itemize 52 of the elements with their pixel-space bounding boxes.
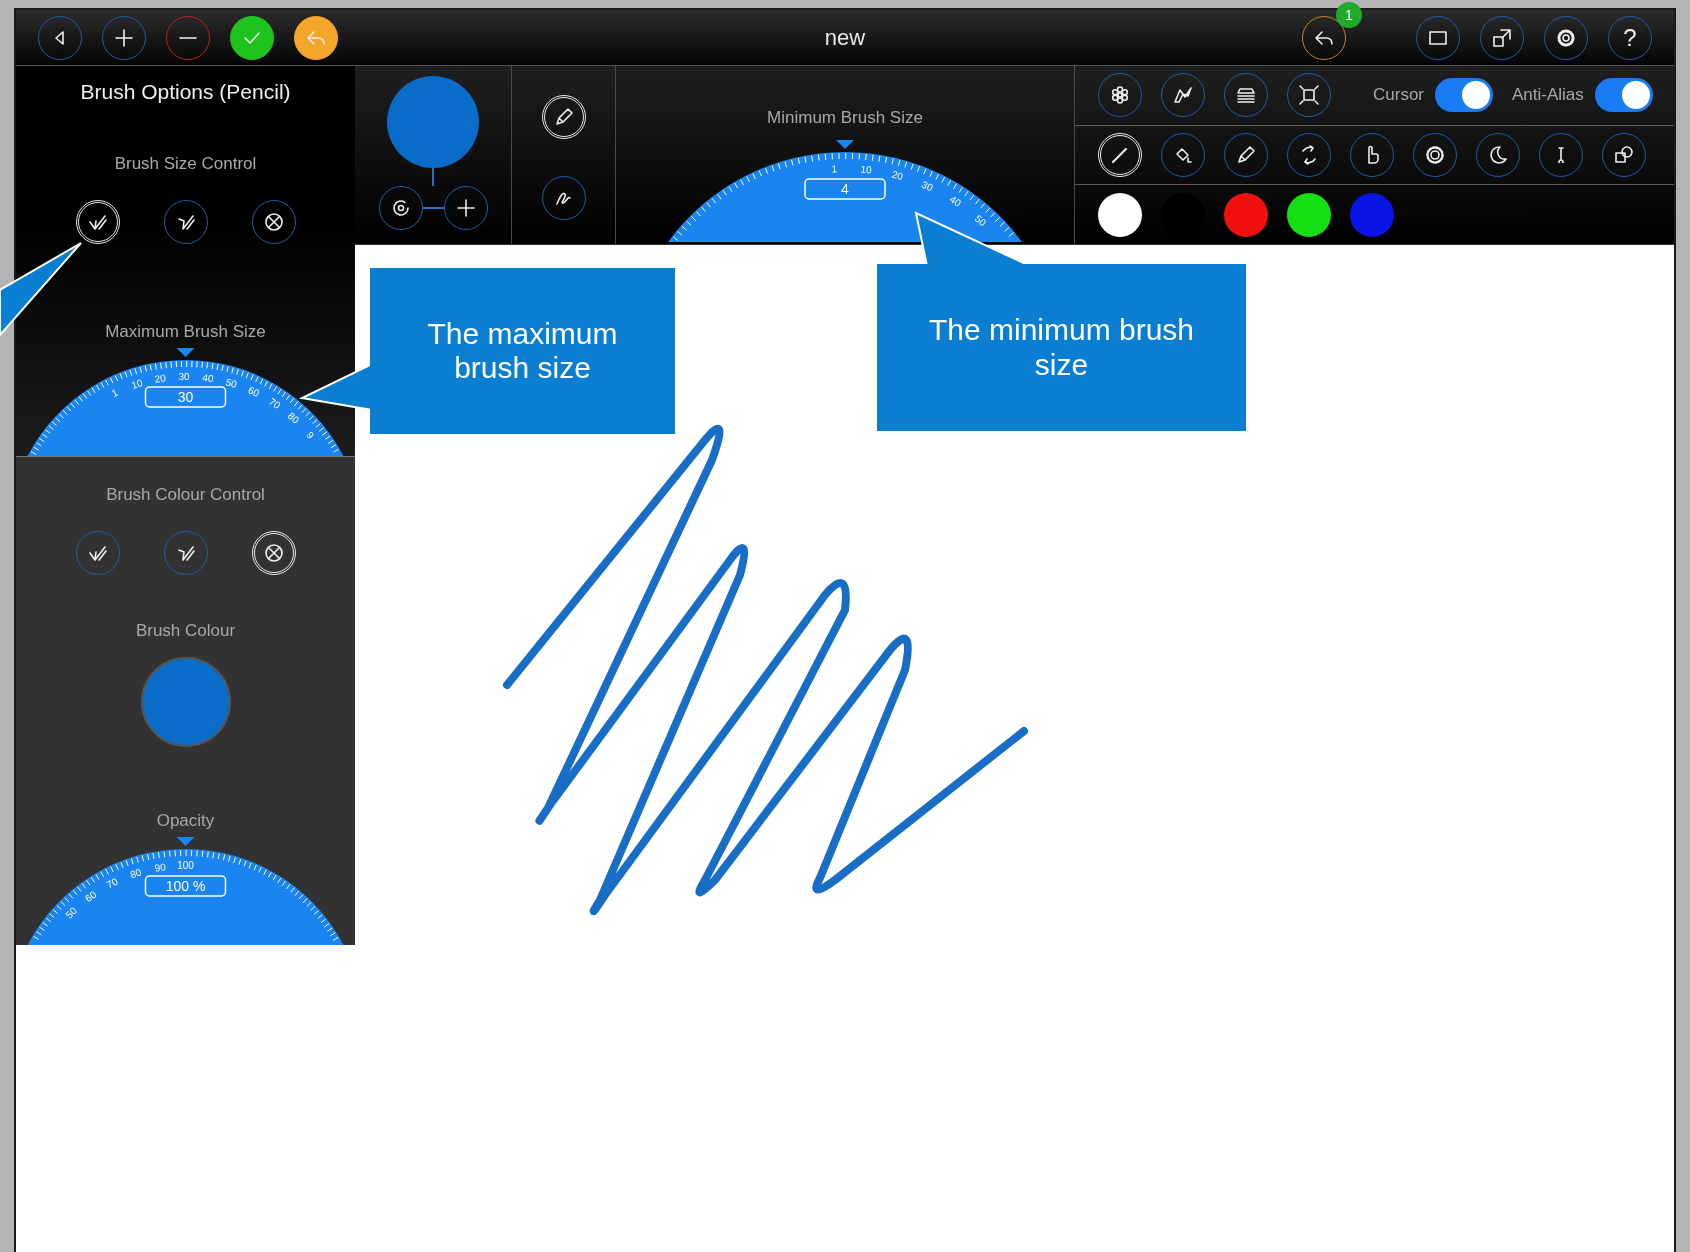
dial-label: Minimum Brush Size [767, 108, 923, 128]
toggle-switch[interactable] [1435, 78, 1493, 113]
scale-label: 70 [266, 395, 283, 411]
scale-label: 60 [246, 384, 262, 399]
dial-pointer [176, 837, 195, 846]
panel-title: Brush Options (Pencil) [80, 80, 291, 104]
scale-label: 90 [153, 861, 167, 874]
toggle-label: Cursor [1373, 85, 1424, 106]
scale-label: 50 [224, 376, 239, 390]
dial-value: 30 [177, 389, 194, 405]
scale-label: 80 [285, 410, 302, 426]
document-title: new [824, 24, 866, 51]
colour-swatch[interactable] [1098, 192, 1142, 237]
scale-label: 40 [201, 371, 215, 385]
colour-swatch[interactable] [1287, 192, 1331, 237]
reply-button[interactable] [294, 15, 338, 60]
scale-label: 30 [178, 370, 190, 383]
scale-label: 40 [947, 193, 963, 209]
scale-label: 1 [109, 386, 120, 399]
notification-badge: 1 [1336, 1, 1362, 28]
scale-label: 70 [104, 875, 120, 891]
scale-label: 60 [82, 888, 99, 905]
scale-label: 20 [890, 168, 905, 183]
minus-icon [179, 35, 197, 40]
section-label: Brush Size Control [114, 154, 257, 174]
colour-swatch[interactable] [1224, 192, 1268, 237]
colour-swatch[interactable] [1350, 192, 1394, 237]
dial-label: Maximum Brush Size [105, 322, 266, 342]
toggle-switch[interactable] [1594, 78, 1653, 113]
toggle-label: Anti-Alias [1512, 85, 1584, 106]
dial-value: 4 [841, 181, 849, 197]
dial-pointer [836, 140, 854, 149]
section-label: Brush Colour Control [106, 485, 265, 505]
confirm-button[interactable] [230, 15, 274, 60]
dropper-icon [1558, 147, 1564, 163]
sun-icon [1423, 143, 1447, 167]
scale-label: 30 [920, 178, 935, 194]
scale-label: 100 [177, 860, 194, 871]
callout-box: The maximum brush size [370, 268, 675, 434]
scale-label: 10 [860, 163, 873, 176]
dial-label: Opacity [156, 811, 215, 831]
scale-label: 9 [304, 429, 317, 441]
scale-label: 50 [63, 905, 80, 921]
scale-label: 10 [130, 377, 144, 391]
dial-value: 100 % [165, 878, 206, 894]
crop-icon [1297, 83, 1321, 108]
scale-label: 80 [128, 866, 143, 881]
scale-label: 50 [972, 212, 989, 229]
scale-label: 20 [153, 372, 167, 385]
dial-pointer [176, 348, 195, 357]
scale-label: 1 [831, 163, 838, 175]
section-label: Brush Colour [135, 621, 236, 641]
